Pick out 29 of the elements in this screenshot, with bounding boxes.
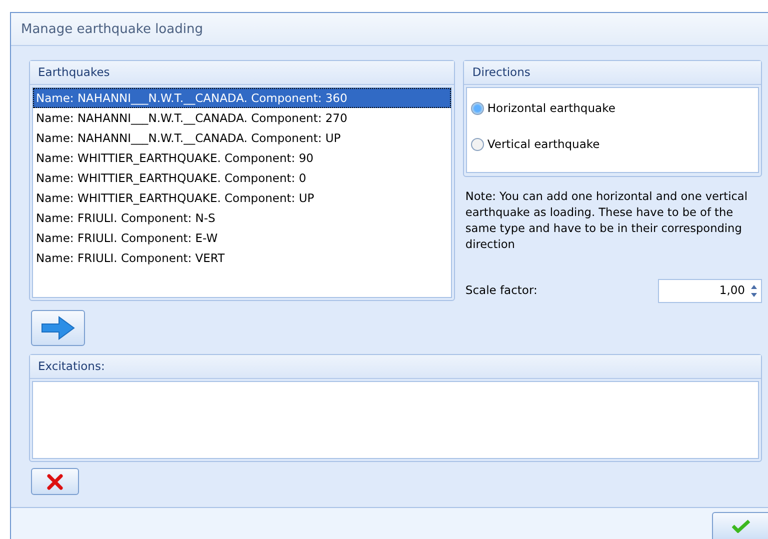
add-button[interactable]	[31, 310, 85, 346]
list-item[interactable]: Name: NAHANNI___N.W.T.__CANADA. Component: 270	[33, 108, 452, 128]
panel-title: Excitations:	[38, 359, 105, 373]
panel-title: Earthquakes	[38, 65, 110, 79]
delete-button[interactable]	[31, 468, 79, 495]
list-item[interactable]: Name: FRIULI. Component: VERT	[33, 248, 452, 268]
scale-factor-label: Scale factor:	[465, 282, 538, 300]
radio-label[interactable]: Vertical earthquake	[487, 136, 600, 153]
earthquake-list[interactable]	[32, 87, 452, 298]
check-icon	[732, 519, 750, 533]
excitations-list[interactable]	[32, 381, 759, 459]
window-title: Manage earthquake loading	[11, 13, 768, 46]
list-item[interactable]: Name: WHITTIER_EARTHQUAKE. Component: 90	[33, 148, 452, 168]
list-item[interactable]: Name: WHITTIER_EARTHQUAKE. Component: 0	[33, 168, 452, 188]
list-item[interactable]: Name: WHITTIER_EARTHQUAKE. Component: UP	[33, 188, 452, 208]
panel-title: Directions	[472, 65, 530, 79]
radio-label[interactable]: Horizontal earthquake	[487, 100, 616, 118]
ok-button[interactable]	[712, 512, 768, 539]
radio-button[interactable]	[471, 102, 484, 116]
close-icon	[47, 474, 63, 490]
list-item[interactable]: Name: FRIULI. Component: E-W	[33, 228, 452, 248]
spin-arrows-icon	[751, 284, 757, 298]
list-item[interactable]: Name: NAHANNI___N.W.T.__CANADA. Component: UP	[33, 128, 452, 148]
list-item[interactable]: Name: FRIULI. Component: N-S	[33, 208, 452, 228]
right-arrow-icon	[41, 316, 75, 340]
scale-factor-spinner[interactable]: 1,00	[658, 279, 762, 303]
radio-button[interactable]	[471, 138, 484, 151]
note-text: Note: You can add one horizontal and one vertical earthquake as loading. These have to be of the same type and have to be in their corresponding direction	[464, 189, 748, 253]
list-item[interactable]: Name: NAHANNI___N.W.T.__CANADA. Component: 360	[33, 88, 452, 108]
